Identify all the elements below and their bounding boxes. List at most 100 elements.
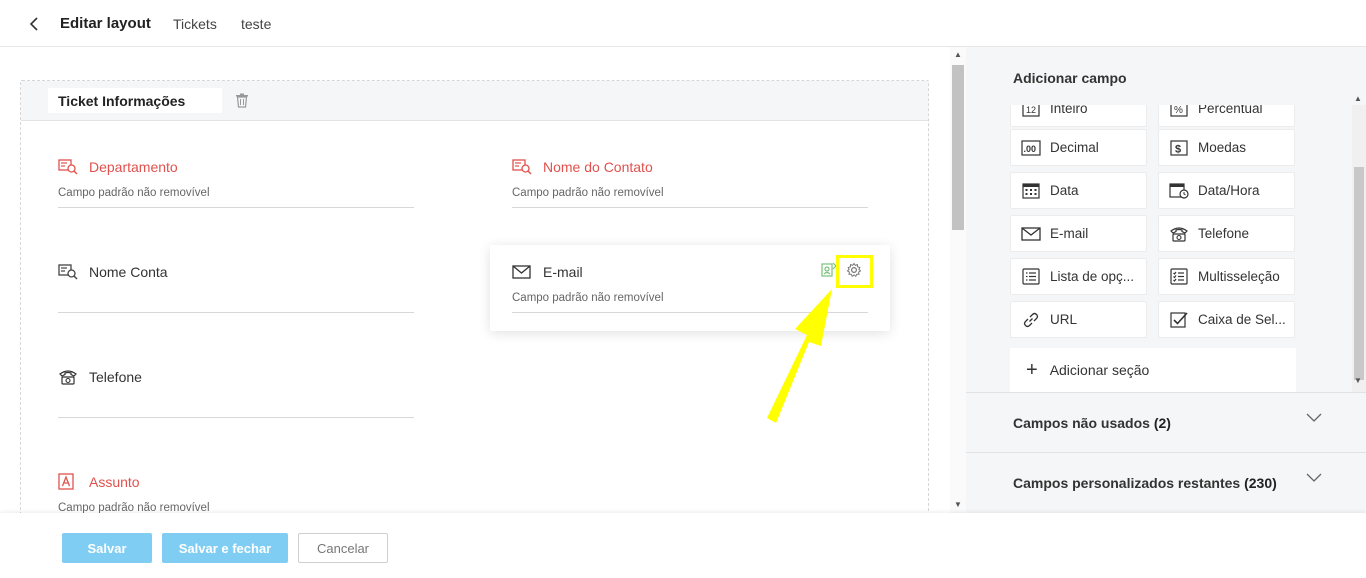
accordion-custom-fields[interactable]: Campos personalizados restantes (230) — [966, 452, 1366, 512]
calendar-icon — [1022, 183, 1040, 199]
breadcrumb-layout[interactable]: teste — [241, 16, 271, 32]
add-field-panel: Adicionar campo 12 Inteiro % Percentual … — [966, 47, 1366, 513]
tile-multisselecao[interactable]: Multisseleção — [1158, 258, 1295, 295]
add-section-label: Adicionar seção — [1049, 362, 1150, 378]
decimal-icon: .00 — [1021, 139, 1041, 156]
tile-email[interactable]: E-mail — [1010, 215, 1147, 252]
panel-scroll-thumb[interactable] — [1354, 167, 1364, 380]
tile-label: URL — [1050, 312, 1078, 327]
tile-label: Multisseleção — [1198, 269, 1280, 284]
percent-icon: % — [1170, 105, 1188, 117]
svg-text:%: % — [1174, 105, 1183, 116]
field-label: Assunto — [89, 474, 140, 490]
tile-label: Data — [1050, 183, 1079, 198]
tile-label: Telefone — [1198, 226, 1250, 241]
breadcrumb-module[interactable]: Tickets — [173, 16, 217, 32]
link-icon — [1023, 312, 1039, 327]
panel-scroll-down-icon[interactable]: ▼ — [1354, 376, 1362, 385]
plus-icon: + — [1026, 359, 1038, 381]
checkbox-icon — [1170, 312, 1188, 328]
field-telefone[interactable]: Telefone — [58, 366, 414, 436]
panel-scroll-up-icon[interactable]: ▲ — [1354, 94, 1362, 103]
field-hint: Campo padrão não removível — [512, 292, 664, 304]
field-departamento[interactable]: Departamento Campo padrão não removível — [58, 156, 414, 226]
svg-text:$: $ — [1175, 143, 1181, 155]
envelope-icon — [512, 265, 531, 279]
accordion-count: (230) — [1244, 475, 1277, 491]
accordion-label: Campos não usados (2) — [1013, 415, 1171, 431]
save-button[interactable]: Salvar — [62, 533, 152, 563]
accordion-count: (2) — [1153, 415, 1171, 431]
add-section-button[interactable]: + Adicionar seção — [1010, 348, 1296, 392]
integer-icon: 12 — [1022, 105, 1040, 117]
svg-text:.00: .00 — [1024, 144, 1037, 154]
tile-inteiro[interactable]: 12 Inteiro — [1010, 105, 1147, 127]
tile-data-hora[interactable]: Data/Hora — [1158, 172, 1295, 209]
tile-label: Decimal — [1050, 140, 1099, 155]
phone-icon — [1170, 227, 1188, 242]
chevron-down-icon — [1306, 473, 1322, 482]
datetime-icon — [1169, 183, 1189, 199]
envelope-icon — [1021, 226, 1041, 241]
tile-moedas[interactable]: $ Moedas — [1158, 129, 1295, 166]
back-button[interactable] — [22, 12, 46, 36]
annotation-highlight-box — [836, 255, 873, 288]
tile-telefone[interactable]: Telefone — [1158, 215, 1295, 252]
picklist-icon — [1022, 268, 1040, 285]
field-nome-conta[interactable]: Nome Conta — [58, 261, 414, 331]
field-underline — [58, 312, 414, 313]
tile-label: Percentual — [1198, 105, 1263, 116]
tile-label: Lista de opç... — [1050, 269, 1135, 284]
tile-label: E-mail — [1050, 226, 1089, 241]
trash-icon[interactable] — [235, 93, 249, 108]
tile-label: Data/Hora — [1198, 183, 1260, 198]
section-name-input[interactable]: Ticket Informações — [48, 88, 222, 113]
cancel-button[interactable]: Cancelar — [298, 533, 388, 563]
field-underline — [58, 207, 414, 208]
accordion-unused-fields[interactable]: Campos não usados (2) — [966, 392, 1366, 452]
currency-icon: $ — [1170, 139, 1188, 156]
chevron-left-icon — [29, 17, 38, 31]
tile-caixa-de-selecao[interactable]: Caixa de Sel... — [1158, 301, 1295, 338]
tile-lista-de-opcoes[interactable]: Lista de opç... — [1010, 258, 1147, 295]
field-nome-do-contato[interactable]: Nome do Contato Campo padrão não removív… — [512, 156, 868, 226]
scroll-up-icon[interactable]: ▲ — [954, 50, 962, 59]
svg-text:12: 12 — [1026, 105, 1036, 115]
page-title: Editar layout — [60, 15, 151, 32]
field-hint: Campo padrão não removível — [58, 187, 210, 199]
tile-data[interactable]: Data — [1010, 172, 1147, 209]
field-underline — [58, 417, 414, 418]
field-assunto[interactable]: Assunto Campo padrão não removível — [58, 471, 414, 513]
multiselect-icon — [1170, 268, 1188, 285]
scroll-down-icon[interactable]: ▼ — [954, 500, 962, 509]
field-label: Nome Conta — [89, 264, 168, 280]
section-header: Ticket Informações — [21, 81, 928, 121]
field-hint: Campo padrão não removível — [58, 502, 210, 513]
lookup-icon — [58, 264, 78, 280]
field-label: Telefone — [89, 369, 142, 385]
permissions-icon[interactable] — [821, 262, 837, 278]
tile-label: Moedas — [1198, 140, 1247, 155]
chevron-down-icon — [1306, 413, 1322, 422]
footer-bar: Salvar Salvar e fechar Cancelar — [0, 513, 1366, 578]
tile-label: Inteiro — [1050, 105, 1088, 116]
tile-percentual[interactable]: % Percentual — [1158, 105, 1295, 127]
field-label: Nome do Contato — [543, 159, 653, 175]
phone-icon — [59, 370, 77, 385]
text-field-icon — [58, 473, 74, 490]
canvas-scroll-thumb[interactable] — [952, 65, 964, 230]
layout-canvas: Ticket Informações Departamento Campo pa… — [0, 47, 950, 513]
lookup-icon — [58, 159, 78, 175]
tile-label: Caixa de Sel... — [1198, 312, 1286, 327]
field-hint: Campo padrão não removível — [512, 187, 664, 199]
tile-url[interactable]: URL — [1010, 301, 1147, 338]
field-label: E-mail — [543, 264, 583, 280]
save-and-close-button[interactable]: Salvar e fechar — [162, 533, 288, 563]
panel-title: Adicionar campo — [1013, 70, 1127, 86]
field-underline — [512, 207, 868, 208]
tile-decimal[interactable]: .00 Decimal — [1010, 129, 1147, 166]
field-label: Departamento — [89, 159, 178, 175]
top-bar: Editar layout Tickets teste — [0, 0, 1366, 47]
accordion-label: Campos personalizados restantes (230) — [1013, 475, 1277, 491]
lookup-icon — [512, 159, 532, 175]
